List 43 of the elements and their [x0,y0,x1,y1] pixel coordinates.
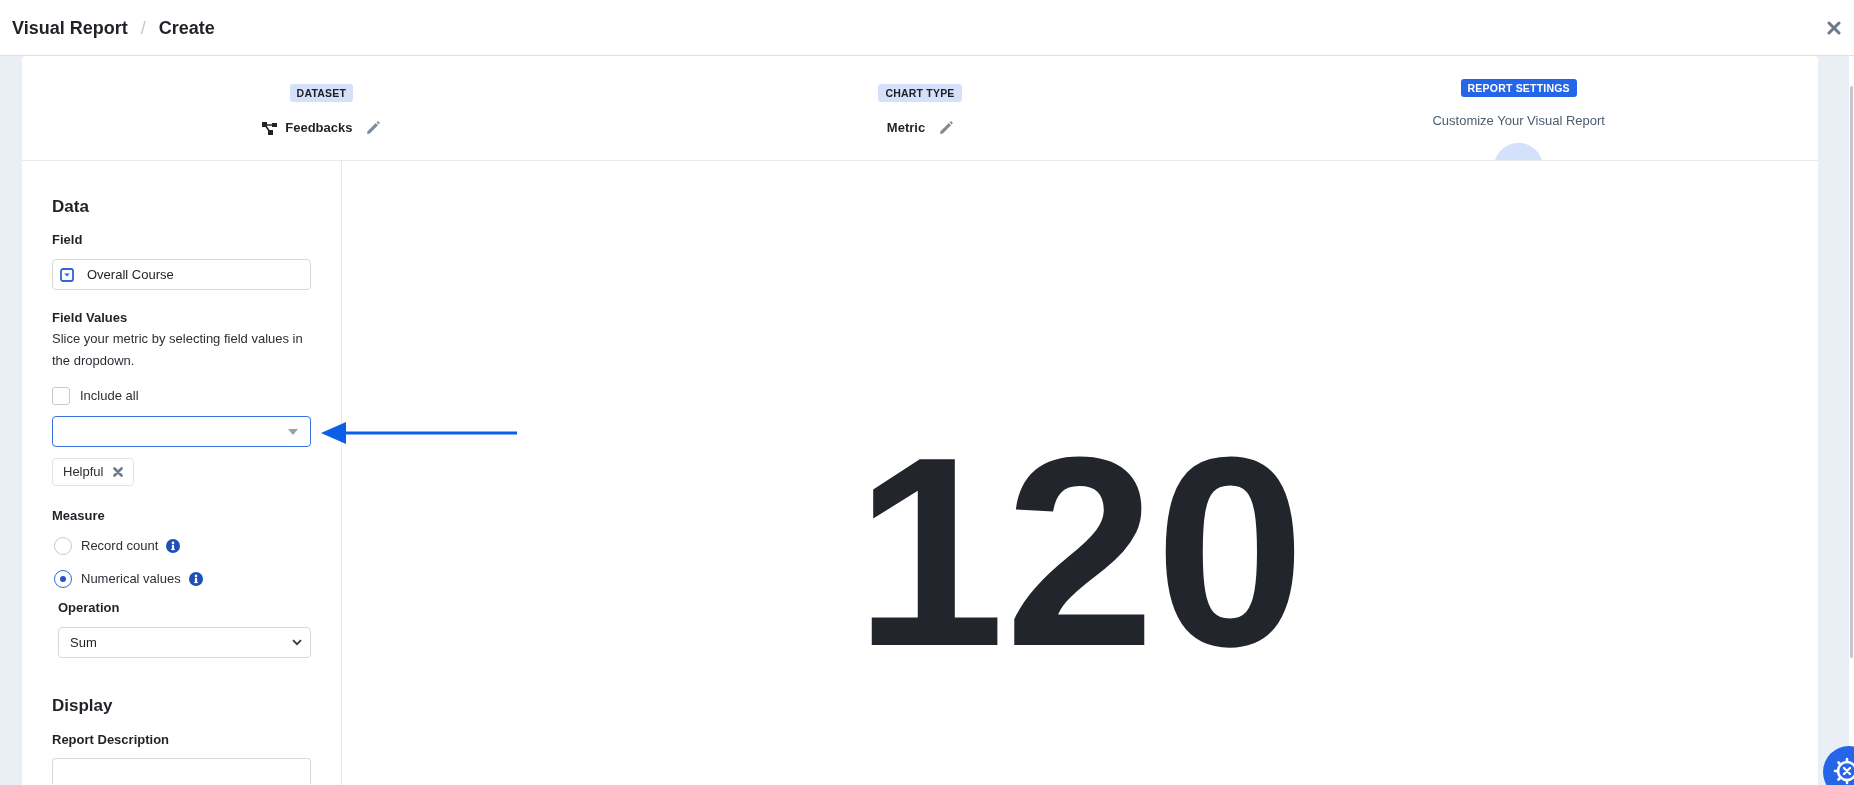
field-picker[interactable]: Overall Course [52,259,311,290]
step-value: Metric [886,120,926,136]
radio-button[interactable] [54,537,72,555]
breadcrumb-link[interactable]: Visual Report [12,15,128,40]
tag-label: Helpful [63,463,104,481]
scrollbar-thumb[interactable] [1850,86,1853,658]
field-label: Field Values [52,309,129,327]
description-field[interactable] [52,758,311,784]
step-subtitle: Customize Your Visual Report [1432,113,1605,129]
close-button[interactable] [1827,20,1841,35]
pencil-icon[interactable] [366,121,381,135]
nodes-icon [262,121,278,135]
pencil-icon[interactable] [939,121,954,135]
gear-icon[interactable] [1823,746,1854,785]
field-label: Operation [58,599,121,617]
checkbox-label[interactable]: Include all [80,386,139,406]
operation-select[interactable]: Sum [58,627,311,658]
section-heading: Data [52,196,90,218]
step-badge: REPORT SETTINGS [1460,79,1577,97]
section-heading: Display [52,695,114,717]
checkbox[interactable] [52,387,70,405]
metric-value: 120 [854,417,1306,687]
caret-down-icon [288,428,298,435]
remove-icon[interactable] [113,467,124,477]
option-label[interactable]: Numerical values [81,569,181,589]
field-values-select[interactable] [52,416,311,447]
breadcrumb-separator: / [140,16,146,40]
chevron-down-icon [292,639,302,646]
field-label: Report Description [52,731,170,749]
page-title: Create [158,16,215,40]
info-icon[interactable] [166,539,181,553]
help-text: Slice your metric by selecting field values in the dropdown. [52,330,304,370]
option-label[interactable]: Record count [81,536,159,556]
field-label: Measure [52,507,106,525]
info-icon[interactable] [188,572,203,586]
close-icon [1827,20,1841,35]
field-label: Field [52,231,84,249]
dropdown-square-icon [60,267,74,282]
step-badge: DATASET [289,84,354,102]
step-marker-icon [1495,143,1543,160]
step-value: Feedbacks [285,120,353,136]
radio-button[interactable] [54,570,72,588]
step-badge: CHART TYPE [878,84,962,102]
